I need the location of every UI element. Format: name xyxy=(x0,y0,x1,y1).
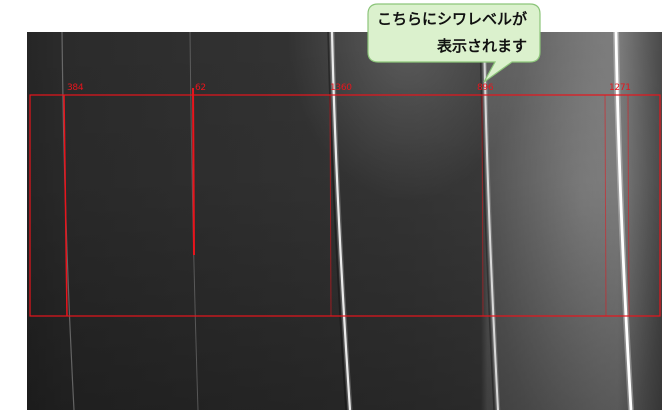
wrinkle-marker-1 xyxy=(63,94,68,317)
wrinkle-level-callout: こちらにシワレベルが 表示されます xyxy=(366,2,544,86)
wrinkle-level-label-3: 1360 xyxy=(330,83,352,93)
wrinkle-level-label-2: 62 xyxy=(195,83,206,93)
wrinkle-marker-5a xyxy=(604,94,607,317)
wrinkle-level-label-1: 384 xyxy=(67,83,84,93)
wrinkle-marker-2 xyxy=(192,87,195,256)
wrinkle-marker-5b xyxy=(627,94,630,317)
inspection-roi xyxy=(29,94,661,317)
callout-text: こちらにシワレベルが 表示されます xyxy=(372,6,527,60)
callout-line-1: こちらにシワレベルが xyxy=(376,10,527,28)
callout-line-2: 表示されます xyxy=(436,37,527,55)
camera-image-view: 384 62 1360 896 1271 xyxy=(27,32,662,410)
wrinkle-level-label-5: 1271 xyxy=(609,83,631,93)
